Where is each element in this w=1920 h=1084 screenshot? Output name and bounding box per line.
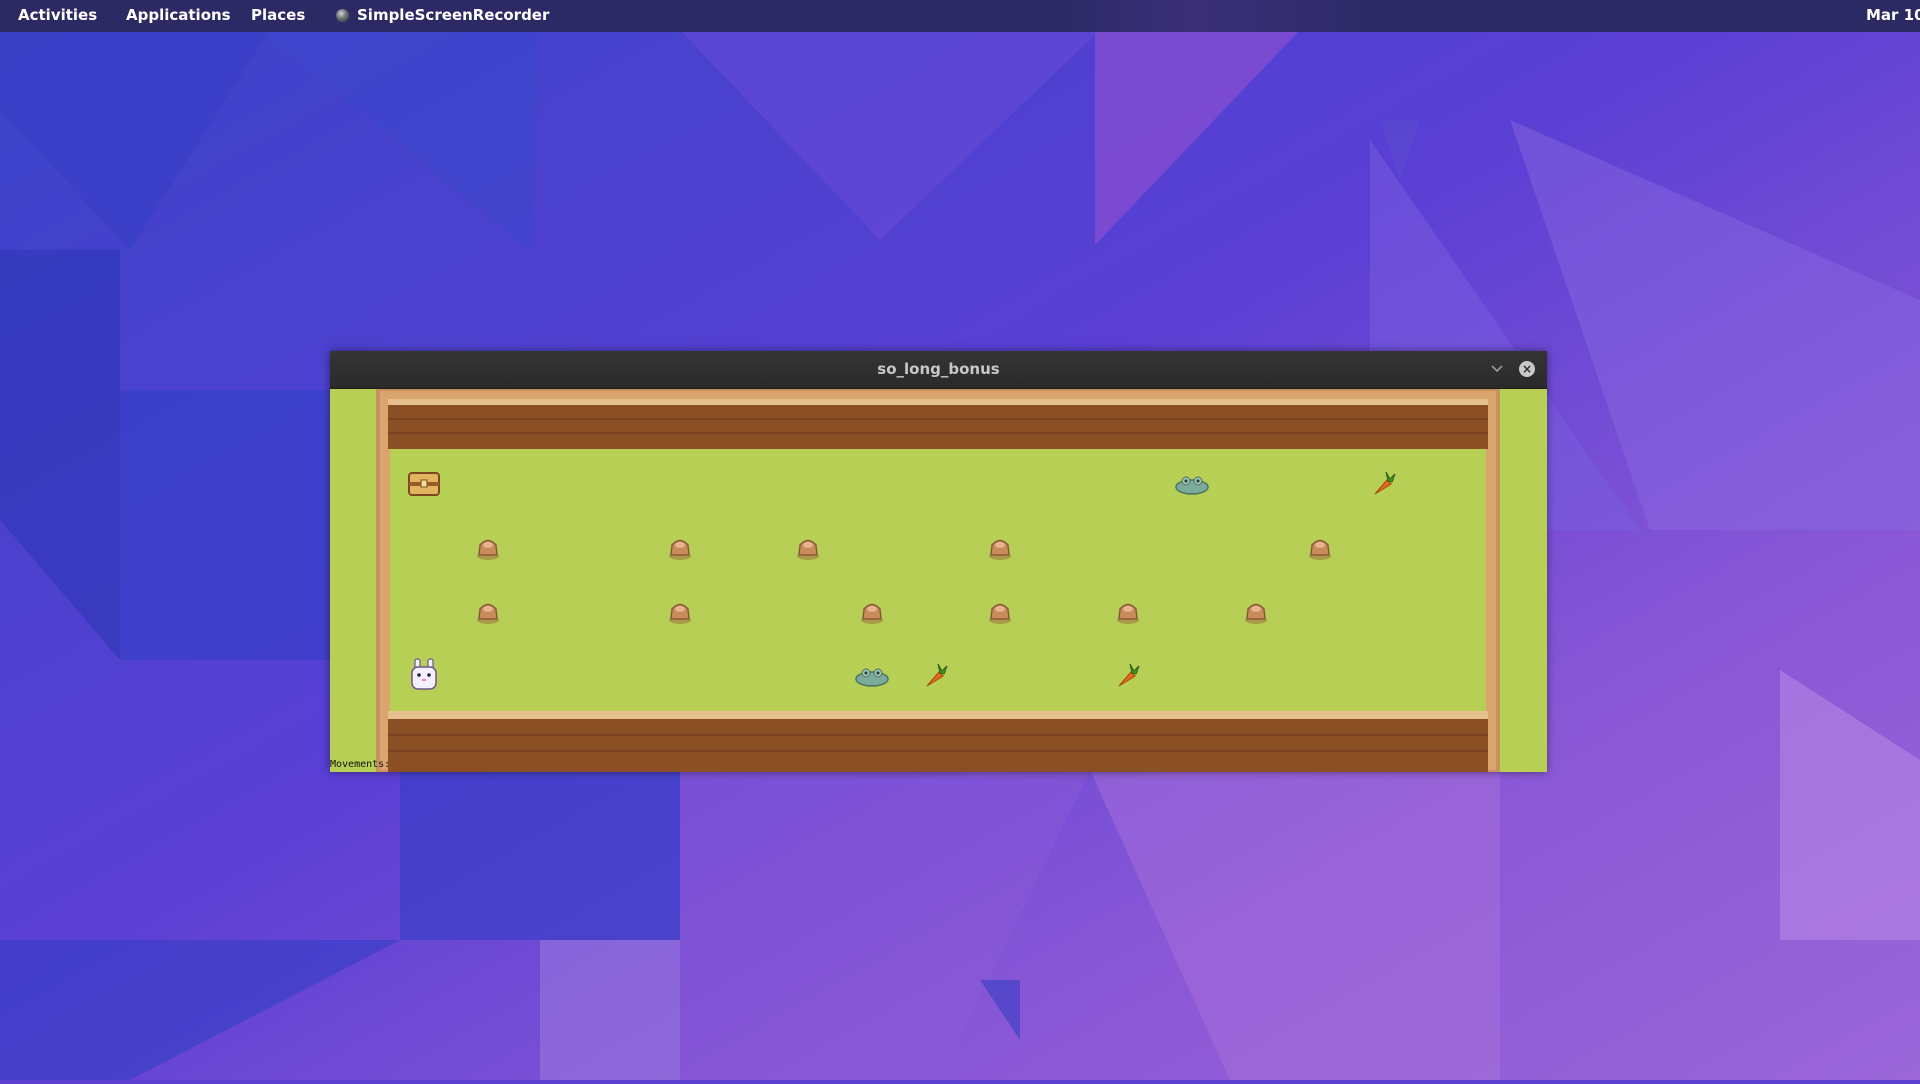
activities-button[interactable]: Activities [18, 0, 97, 32]
top-bar: Activities Applications Places SimpleScr… [0, 0, 1920, 32]
movements-counter: Movements: [330, 759, 391, 770]
close-button[interactable]: × [1519, 361, 1535, 377]
game-window: so_long_bonus × Movements: [330, 351, 1547, 772]
close-icon: × [1521, 362, 1533, 376]
applications-menu[interactable]: Applications [126, 0, 231, 32]
game-map [330, 389, 1547, 772]
window-titlebar[interactable]: so_long_bonus × [330, 351, 1547, 389]
window-title: so_long_bonus [877, 360, 1000, 378]
clock[interactable]: Mar 10 [1866, 0, 1920, 32]
grass-floor [390, 449, 1486, 711]
exit-chest-tile [408, 472, 440, 496]
chevron-down-icon[interactable] [1491, 365, 1503, 373]
simplescreenrecorder-icon [336, 9, 349, 22]
app-menu-simplescreenrecorder[interactable]: SimpleScreenRecorder [357, 0, 549, 32]
game-canvas[interactable]: Movements: [330, 389, 1547, 772]
places-menu[interactable]: Places [251, 0, 305, 32]
